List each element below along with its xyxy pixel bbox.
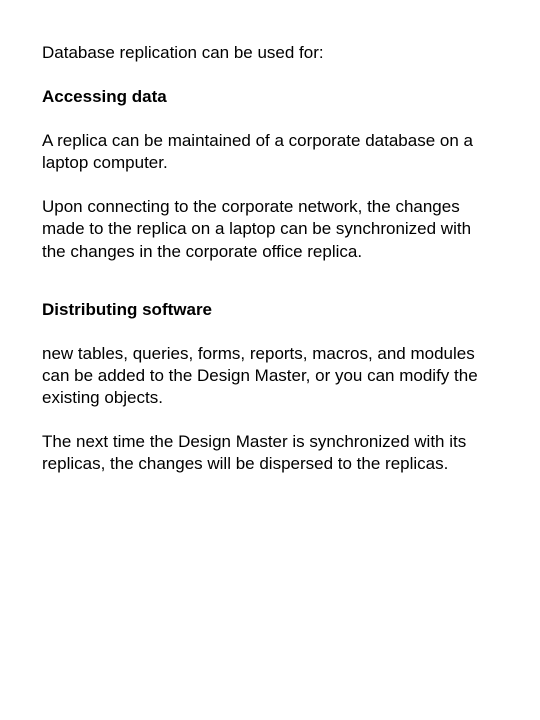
body-paragraph: Upon connecting to the corporate network…	[42, 196, 498, 262]
body-paragraph: new tables, queries, forms, reports, mac…	[42, 343, 498, 409]
section-heading: Accessing data	[42, 86, 498, 108]
section-heading: Distributing software	[42, 299, 498, 321]
body-paragraph: A replica can be maintained of a corpora…	[42, 130, 498, 174]
section-spacer	[42, 285, 498, 299]
body-paragraph: The next time the Design Master is synch…	[42, 431, 498, 475]
intro-text: Database replication can be used for:	[42, 42, 498, 64]
